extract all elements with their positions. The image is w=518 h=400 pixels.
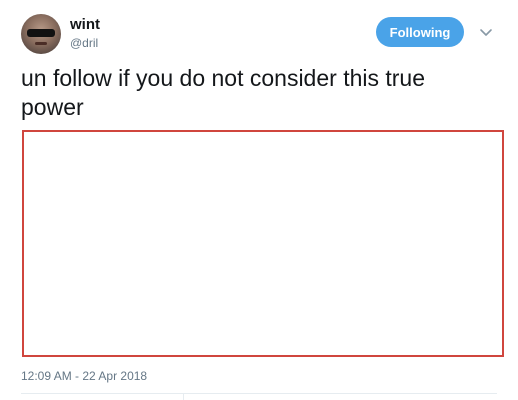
sunglasses bbox=[27, 29, 55, 37]
tweet-card: wint @dril Following un follow if you do… bbox=[0, 0, 518, 400]
following-button[interactable]: Following bbox=[376, 17, 464, 47]
divider-separator bbox=[183, 394, 184, 400]
tweet-media[interactable] bbox=[22, 130, 504, 357]
user-handle[interactable]: @dril bbox=[70, 36, 98, 51]
mouth bbox=[35, 42, 47, 45]
tweet-text: un follow if you do not consider this tr… bbox=[21, 65, 426, 120]
divider bbox=[21, 393, 497, 394]
display-name[interactable]: wint bbox=[70, 16, 100, 34]
chevron-down-icon[interactable] bbox=[477, 23, 495, 41]
avatar[interactable] bbox=[21, 14, 61, 54]
tweet-timestamp[interactable]: 12:09 AM - 22 Apr 2018 bbox=[21, 369, 147, 384]
